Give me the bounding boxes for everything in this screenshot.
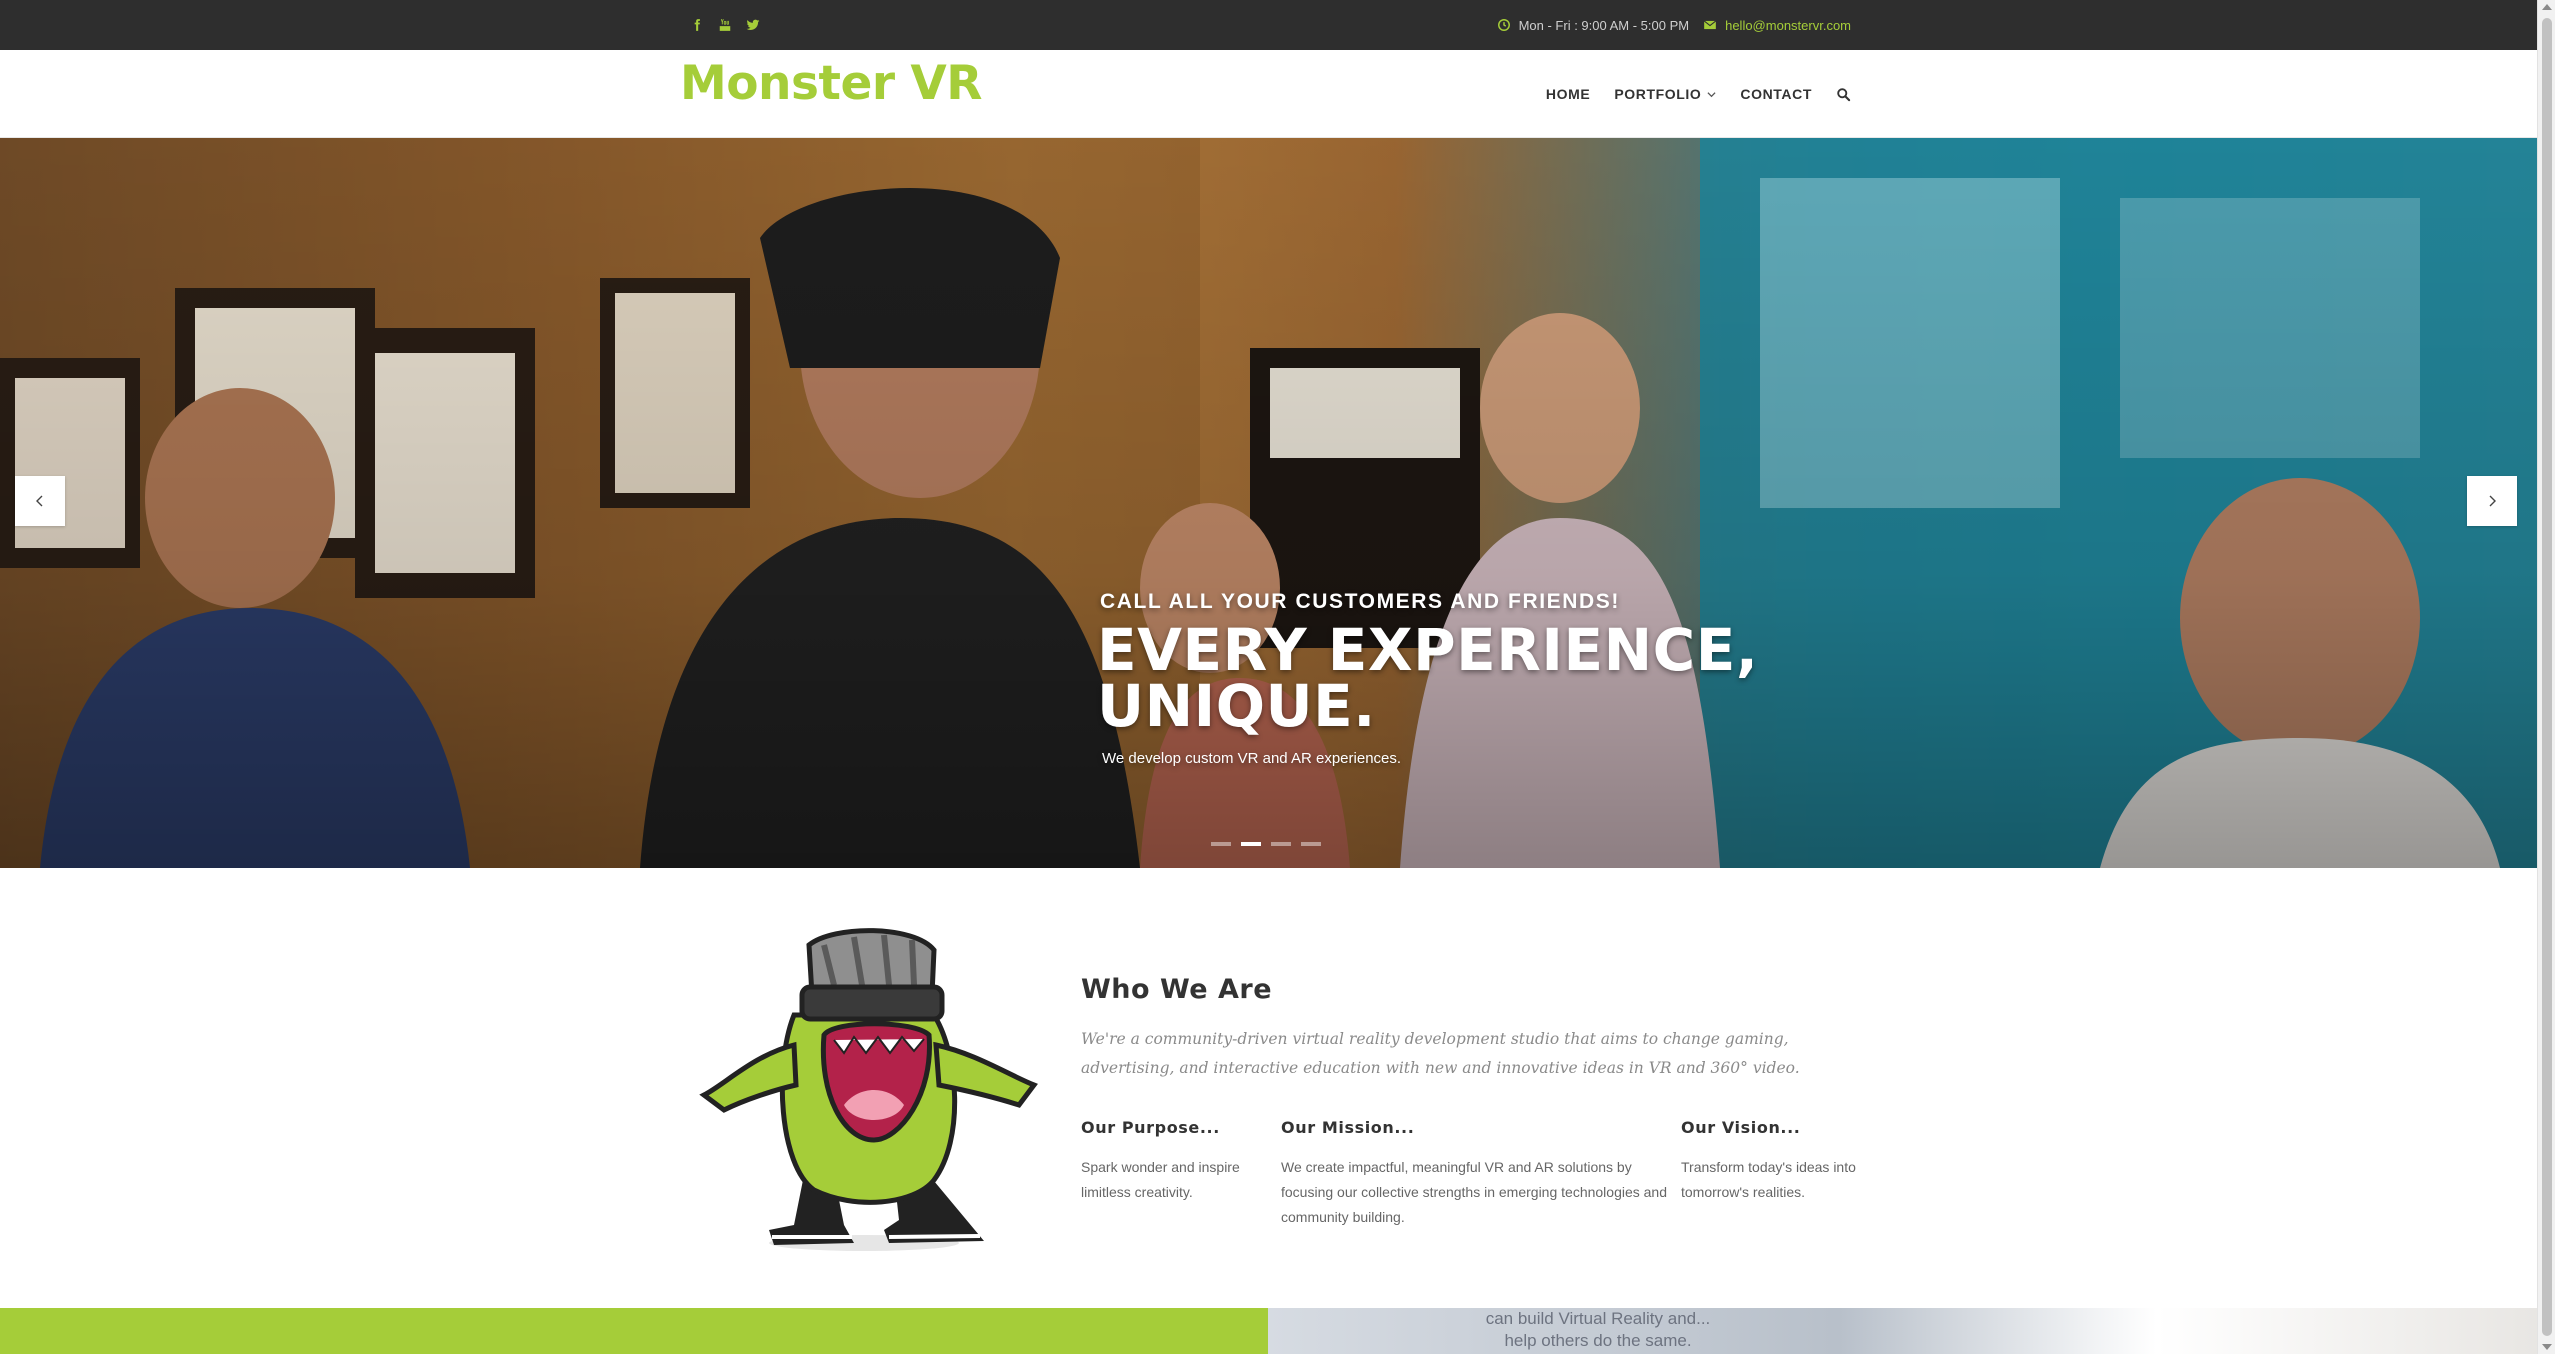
hero-title: EVERY EXPERIENCE, UNIQUE. [1097,616,1759,740]
facebook-icon[interactable] [690,18,704,32]
slider-dot-1[interactable] [1211,842,1231,846]
purpose-heading: Our Purpose... [1081,1118,1220,1137]
scroll-down-arrow[interactable] [2542,1344,2552,1350]
chevron-right-icon [2489,495,2496,507]
chevron-down-icon [1707,91,1716,97]
search-icon [1837,87,1851,101]
site-logo[interactable]: Monster VR [680,56,982,111]
nav-portfolio[interactable]: PORTFOLIO [1614,86,1716,102]
youtube-icon[interactable] [718,18,732,32]
mission-heading: Our Mission... [1281,1118,1415,1137]
hero-subtitle: CALL ALL YOUR CUSTOMERS AND FRIENDS! [1100,590,1621,613]
scroll-up-arrow[interactable] [2542,4,2552,10]
about-title: Who We Are [1081,974,1273,1005]
slider-dot-2[interactable] [1241,842,1261,846]
twitter-icon[interactable] [746,18,760,32]
purpose-text: Spark wonder and inspire limitless creat… [1081,1159,1240,1200]
vision-heading: Our Vision... [1681,1118,1801,1137]
nav-portfolio-label: PORTFOLIO [1614,86,1702,102]
site-header: Monster VR HOME PORTFOLIO CONTACT [0,50,2537,138]
social-links [690,0,760,50]
nav-home[interactable]: HOME [1546,86,1590,102]
green-band [0,1308,1268,1354]
slider-dot-4[interactable] [1301,842,1321,846]
band-photo-text-line-1: can build Virtual Reality and... [1485,1309,1711,1328]
nav-home-label: HOME [1545,86,1591,102]
slider-dot-3[interactable] [1271,842,1291,846]
top-bar: Mon - Fri : 9:00 AM - 5:00 PM hello@mons… [0,0,2537,50]
band-photo-text: can build Virtual Reality and... help ot… [1483,1308,1713,1352]
slider-prev-button[interactable] [15,476,65,526]
page-scrollbar[interactable] [2537,0,2555,1354]
chevron-left-icon [36,495,43,507]
monster-mascot-image [699,928,1038,1251]
search-button[interactable] [1836,87,1851,102]
about-lead-text: We're a community-driven virtual reality… [1081,1030,1800,1077]
main-nav: HOME PORTFOLIO CONTACT [1546,50,1851,138]
mission-column: Our Mission... We create impactful, mean… [1281,1118,1671,1230]
band-photo: can build Virtual Reality and... help ot… [1268,1308,2537,1354]
hero-caption: CALL ALL YOUR CUSTOMERS AND FRIENDS! EVE… [1097,590,1758,767]
hero-text: We develop custom VR and AR experiences. [1102,750,1402,767]
contact-info: Mon - Fri : 9:00 AM - 5:00 PM hello@mons… [1497,0,1851,50]
slider-pagination [1211,842,1321,846]
scrollbar-thumb[interactable] [2542,18,2552,1336]
vision-column: Our Vision... Transform today's ideas in… [1681,1118,1871,1205]
mission-text: We create impactful, meaningful VR and A… [1281,1159,1668,1225]
nav-contact[interactable]: CONTACT [1740,86,1812,102]
business-hours: Mon - Fri : 9:00 AM - 5:00 PM [1518,17,1690,33]
band-photo-text-line-2: help others do the same. [1504,1331,1692,1350]
purpose-column: Our Purpose... Spark wonder and inspire … [1081,1118,1271,1205]
email-link[interactable]: hello@monstervr.com [1725,18,1851,33]
slider-next-button[interactable] [2467,476,2517,526]
vision-text: Transform today's ideas into tomorrow's … [1681,1159,1856,1200]
hero-title-line-2: UNIQUE. [1097,672,1376,740]
hero-slider: CALL ALL YOUR CUSTOMERS AND FRIENDS! EVE… [0,138,2537,868]
nav-contact-label: CONTACT [1740,86,1812,102]
clock-icon [1497,19,1510,31]
envelope-icon [1703,20,1717,30]
hero-title-line-1: EVERY EXPERIENCE, [1097,616,1759,684]
